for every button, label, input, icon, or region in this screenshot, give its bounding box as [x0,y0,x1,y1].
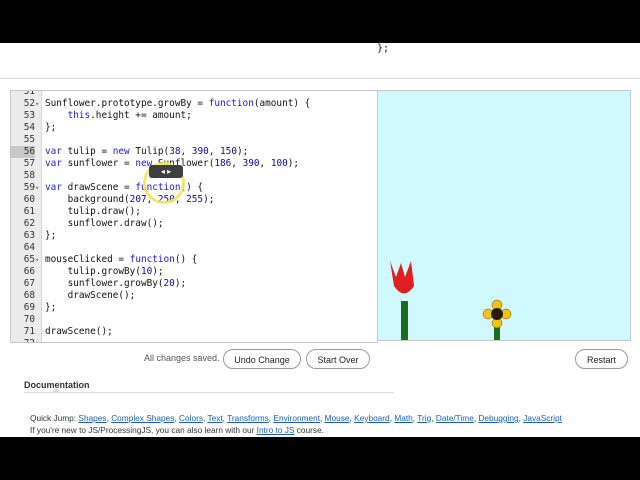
code-line[interactable]: 59 ▾ var drawScene = function() { [11,182,377,194]
code-text: }; [45,230,57,241]
fold-arrow-icon[interactable]: ▾ [35,182,41,194]
code-line[interactable]: 51 [11,90,377,98]
output-canvas[interactable] [377,90,631,341]
code-line[interactable]: 62 sunflower.draw(); [11,218,377,230]
code-line[interactable]: 53 this.height += amount; [11,110,377,122]
tab-caret-icon [52,387,60,392]
line-number: 72 [11,338,35,342]
tulip-bloom [390,261,414,294]
code-line[interactable]: 61 tulip.draw(); [11,206,377,218]
quick-jump-link[interactable]: Mouse [325,413,350,423]
quick-jump-link[interactable]: Debugging [478,413,518,423]
line-number: 65 [23,254,35,265]
divider [0,78,640,79]
code-text: drawScene(); [45,290,136,301]
code-line[interactable]: 54}; [11,122,377,134]
line-number: 64 [23,242,35,253]
code-text: drawScene(); [45,326,113,337]
code-line[interactable]: 55 [11,134,377,146]
intro-to-js-link[interactable]: Intro to JS [257,425,295,435]
quick-jump-link[interactable]: Complex Shapes [111,413,174,423]
quick-jump-link[interactable]: Shapes [78,413,106,423]
line-number: 60 [23,194,35,205]
closing-brace-text: }; [377,43,390,54]
quick-jump-link[interactable]: Date/Time [436,413,474,423]
sunflower-head [482,299,512,329]
line-number: 69 [23,302,35,313]
code-line[interactable]: 69}; [11,302,377,314]
tulip-stem [401,301,408,340]
code-line[interactable]: 67 sunflower.growBy(20); [11,278,377,290]
intro-prefix: If you're new to JS/ProcessingJS, you ca… [30,425,255,435]
quick-jump-bar: Quick Jump: Shapes, Complex Shapes, Colo… [30,413,562,423]
code-line[interactable]: 64 [11,242,377,254]
code-line[interactable]: 52 ▾ Sunflower.prototype.growBy = function… [11,98,377,110]
quick-jump-link[interactable]: Keyboard [354,413,390,423]
line-number: 59 [23,182,35,193]
line-number: 58 [23,170,35,181]
quick-jump-link[interactable]: Transforms [227,413,269,423]
line-number: 63 [23,230,35,241]
quick-jump-link[interactable]: Math [394,413,412,423]
code-text: background(207, 250, 255); [45,194,215,205]
code-text: tulip.draw(); [45,206,141,217]
line-number: 54 [23,122,35,133]
previous-code-strip: }; [0,43,640,78]
code-text: mouseClicked = function() { [45,254,198,265]
quick-jump-link[interactable]: Trig [417,413,431,423]
code-line[interactable]: 68 drawScene(); [11,290,377,302]
code-text: this.height += amount; [67,110,192,121]
line-number: 55 [23,134,35,145]
line-number: 57 [23,158,35,169]
code-line[interactable]: 58 [11,170,377,182]
quick-jump-link[interactable]: Colors [179,413,203,423]
canvas-drawing [390,261,512,340]
code-text: tulip.growBy(10); [45,266,164,277]
code-line[interactable]: 72 [11,338,377,342]
line-number: 70 [23,314,35,325]
quick-jump-link[interactable]: Text [207,413,222,423]
line-number: 53 [23,110,35,121]
documentation-divider [24,392,394,393]
code-line[interactable]: 57 var sunflower = new Sunflower(186, 390… [11,158,377,170]
code-line[interactable]: 70 [11,314,377,326]
number-scrubber-tooltip[interactable]: ◂ ▸ [149,165,183,178]
code-line[interactable]: 60 background(207, 250, 255); [11,194,377,206]
fold-arrow-icon[interactable]: ▾ [35,98,41,110]
quick-jump-links: Shapes, Complex Shapes, Colors, Text, Tr… [78,413,562,423]
line-number: 61 [23,206,35,217]
fold-arrow-icon[interactable]: ▾ [35,254,41,266]
line-number: 56 [11,146,35,158]
code-text: }; [45,122,57,133]
code-text: var tulip = new Tulip(38, 390, 150); [45,146,249,157]
start-over-button[interactable]: Start Over [306,349,370,369]
restart-button[interactable]: Restart [575,349,628,369]
line-number: 62 [23,218,35,229]
code-line[interactable]: 66 tulip.growBy(10); [11,266,377,278]
quick-jump-label: Quick Jump: [30,413,77,423]
code-line[interactable]: 56 var tulip = new Tulip(38, 390, 150); [11,146,377,158]
undo-change-button[interactable]: Undo Change [223,349,301,369]
code-text: Sunflower.prototype.growBy = function(am… [45,98,311,109]
line-number: 71 [23,326,35,337]
quick-jump-link[interactable]: Environment [273,413,320,423]
code-editor[interactable]: 51 52 ▾ Sunflower.prototype.growBy = functi… [10,90,378,343]
quick-jump-link[interactable]: JavaScript [523,413,562,423]
line-number: 66 [23,266,35,277]
line-number: 52 [23,98,35,109]
line-number: 67 [23,278,35,289]
app-window: }; 51 52 ▾ Sunflower.prototype.growBy = fun… [0,43,640,437]
code-line[interactable]: 65 ▾ mouseClicked = function() { [11,254,377,266]
save-status: All changes saved. [144,353,220,363]
line-number: 51 [23,90,35,97]
code-line[interactable]: 71 drawScene(); [11,326,377,338]
line-number: 68 [23,290,35,301]
code-text: sunflower.growBy(20); [45,278,187,289]
intro-suffix: course. [296,425,324,435]
code-line[interactable]: 63}; [11,230,377,242]
code-text: }; [45,302,57,313]
intro-line: If you're new to JS/ProcessingJS, you ca… [30,425,324,435]
code-text: sunflower.draw(); [45,218,164,229]
